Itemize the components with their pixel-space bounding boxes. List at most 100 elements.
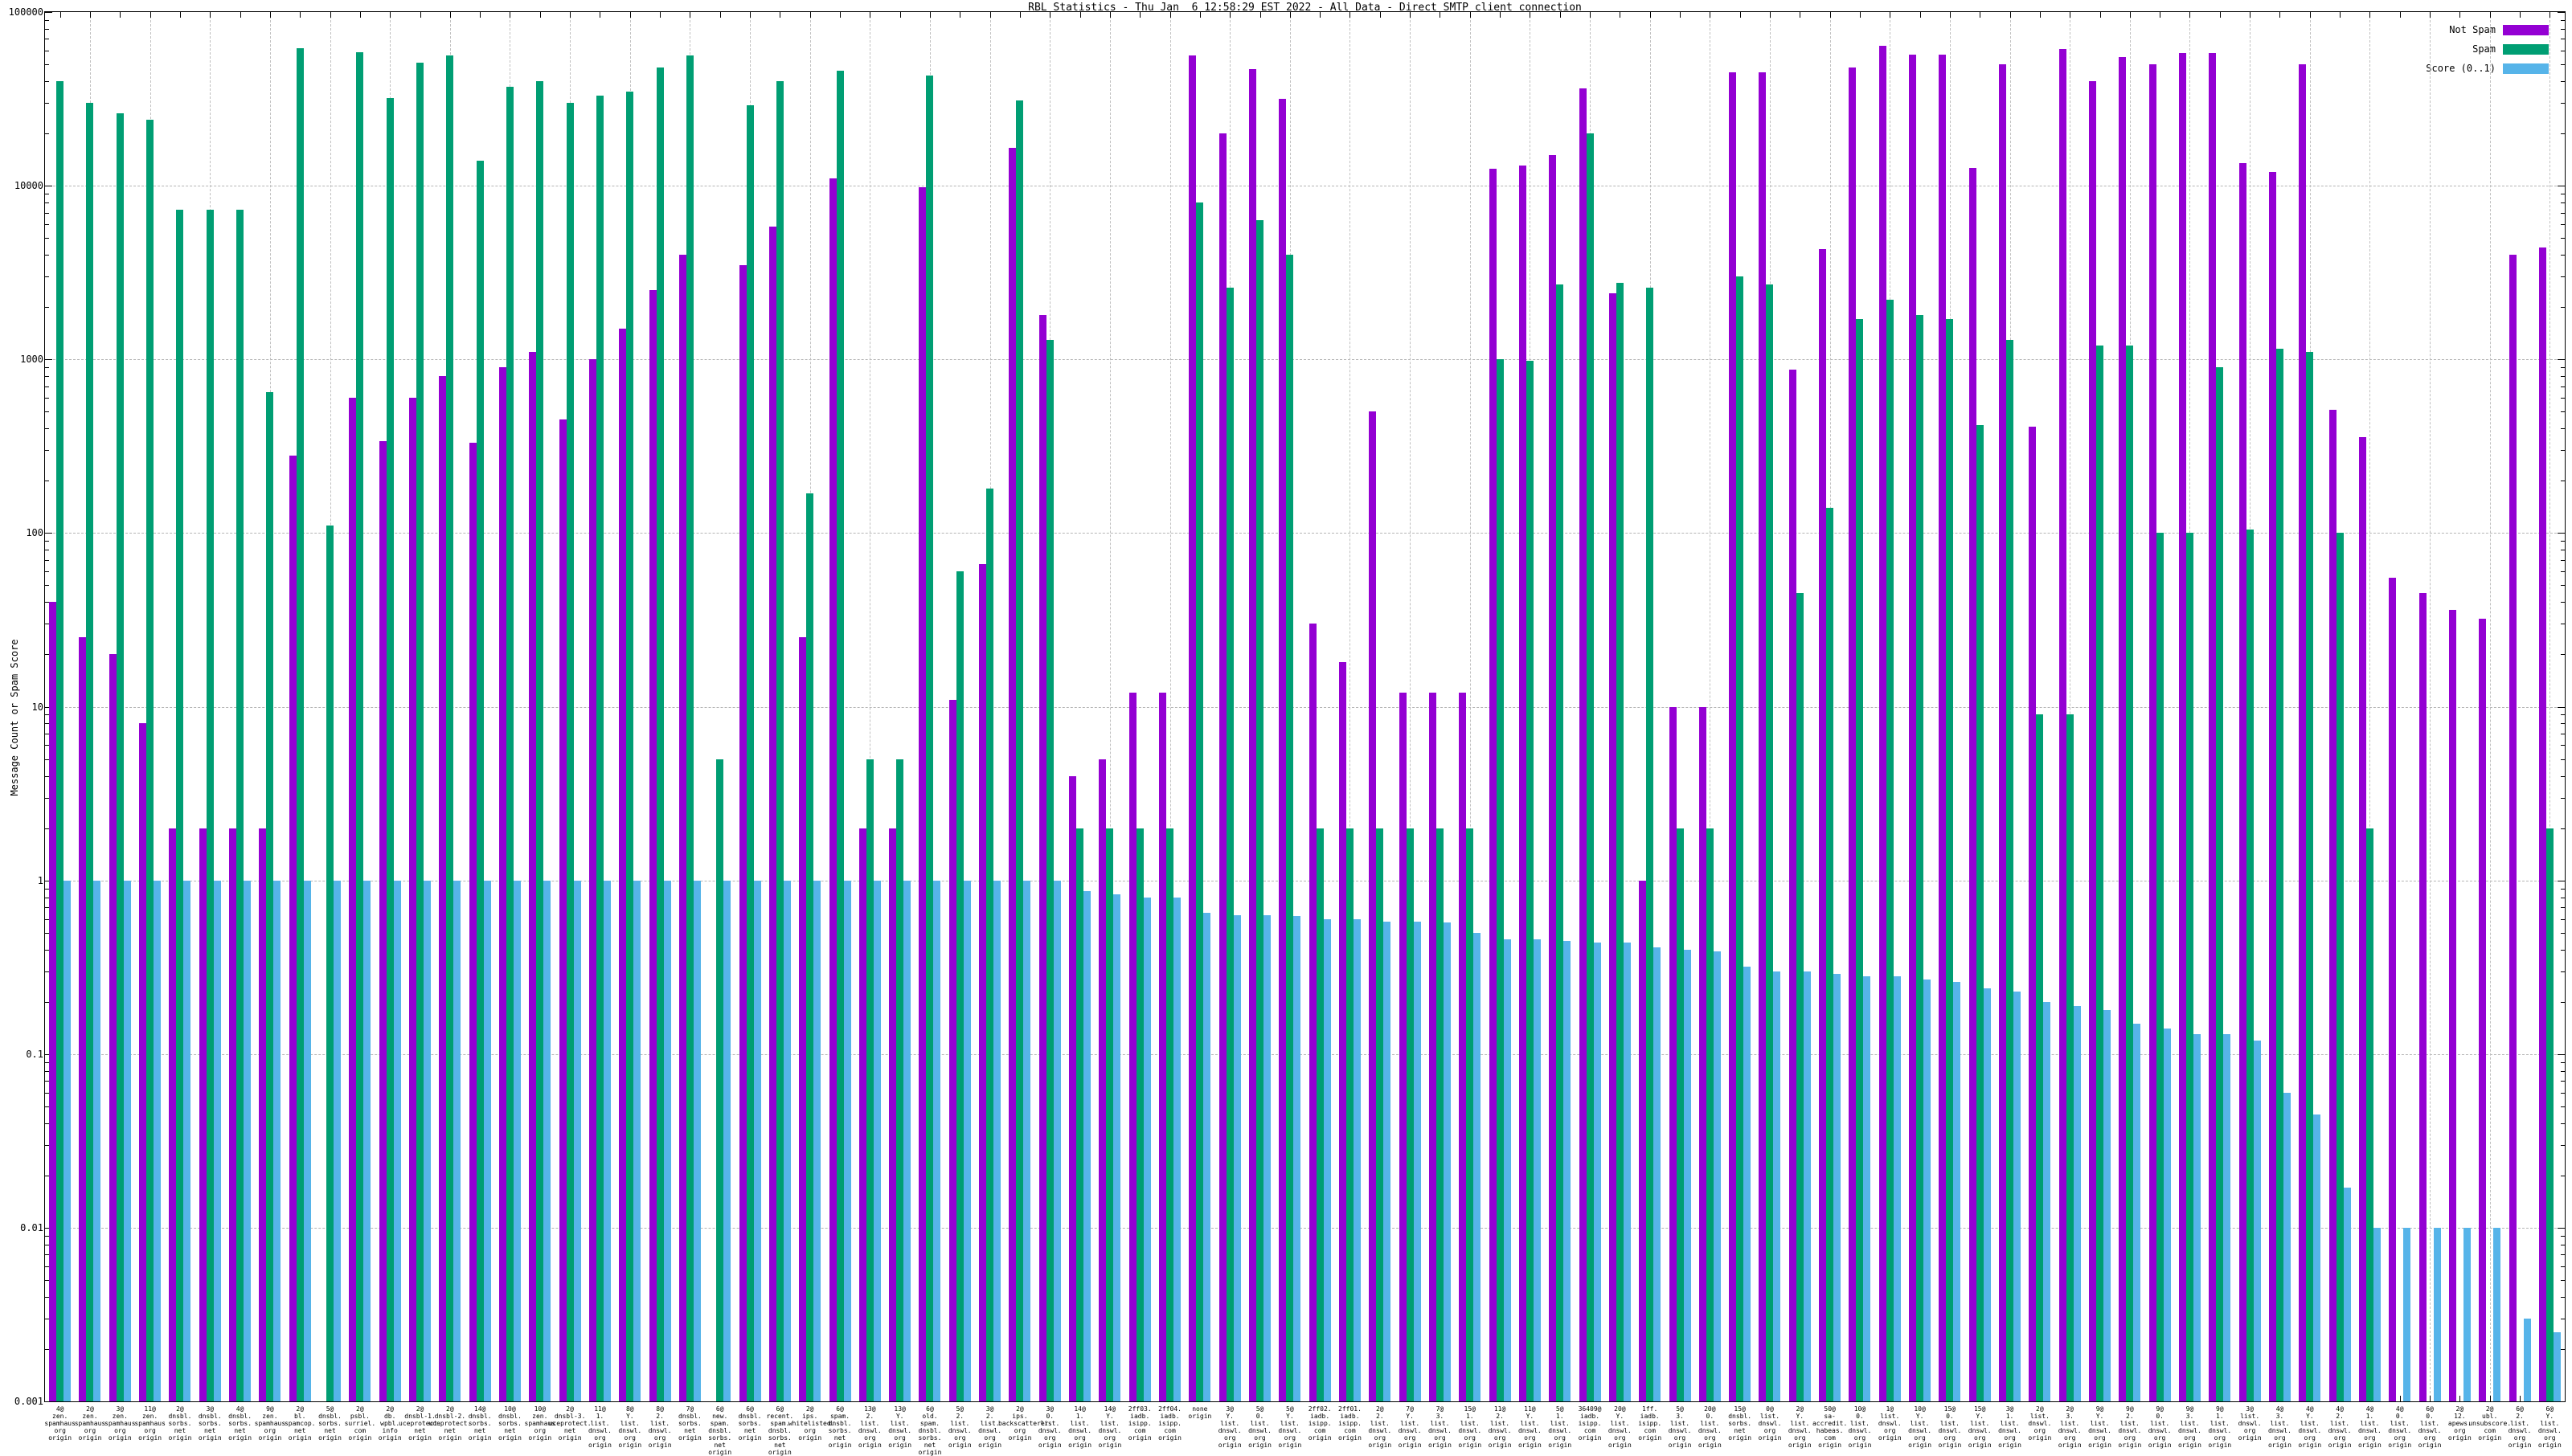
x-tick — [1500, 12, 1501, 18]
x-tick — [359, 12, 361, 18]
bar-not-spam — [1909, 54, 1917, 1401]
y-minor-tick — [2561, 714, 2565, 716]
x-tick-label-line: isipp. — [1158, 1420, 1182, 1427]
x-tick — [1919, 12, 1921, 18]
y-minor-tick — [2561, 103, 2565, 104]
bar-spam — [446, 55, 454, 1401]
bar-not-spam — [1788, 370, 1796, 1401]
bar-not-spam — [829, 178, 837, 1401]
legend-row-score: Score (0..1) — [2426, 59, 2549, 78]
x-tick-label-line: net — [714, 1442, 726, 1449]
bar-not-spam — [1369, 411, 1377, 1401]
y-minor-tick — [2561, 28, 2565, 30]
x-tick — [420, 12, 421, 18]
x-tick — [2549, 12, 2551, 18]
bar-score — [2163, 1029, 2171, 1401]
y-minor-tick — [2561, 238, 2565, 239]
x-tick — [2189, 12, 2191, 18]
bar-score — [393, 880, 401, 1401]
bar-not-spam — [1849, 67, 1857, 1401]
y-minor-tick — [2561, 1235, 2565, 1237]
bar-spam — [2545, 828, 2554, 1401]
bar-score — [933, 880, 941, 1401]
bar-spam — [1946, 319, 1954, 1401]
y-minor-tick — [2561, 1081, 2565, 1082]
y-minor-tick — [2561, 1279, 2565, 1281]
y-tick-label: 100000 — [8, 6, 43, 18]
y-minor-tick — [2561, 307, 2565, 309]
bar-spam — [806, 493, 814, 1401]
bar-score — [1443, 922, 1451, 1401]
rbl-statistics-chart: RBL Statistics - Thu Jan 6 12:58:29 EST … — [0, 0, 2572, 1456]
bar-not-spam — [1399, 693, 1407, 1401]
bar-spam — [116, 113, 124, 1401]
bar-score — [1953, 982, 1961, 1401]
bar-not-spam — [1009, 148, 1017, 1401]
x-tick-label-line: origin — [1098, 1442, 1122, 1449]
bar-not-spam — [2448, 610, 2456, 1401]
bar-score — [2073, 1005, 2081, 1401]
y-minor-tick — [45, 28, 49, 30]
bar-score — [603, 880, 611, 1401]
x-tick — [899, 12, 901, 18]
bar-score — [303, 880, 311, 1401]
bar-score — [63, 880, 72, 1401]
x-tick-label-line: list. — [2540, 1420, 2560, 1427]
x-tick — [390, 12, 391, 18]
x-tick — [2399, 1396, 2401, 1401]
bar-score — [1713, 951, 1721, 1401]
y-tick-label: 10 — [31, 701, 43, 713]
y-minor-tick — [2561, 759, 2565, 760]
x-tick — [1320, 12, 1321, 18]
bar-not-spam — [2029, 426, 2037, 1401]
y-axis-label: Message Count or Spam Score — [9, 639, 20, 796]
bar-not-spam — [1669, 706, 1677, 1401]
bar-spam — [1556, 284, 1564, 1401]
y-minor-tick — [2561, 723, 2565, 725]
y-minor-tick — [2561, 367, 2565, 369]
bar-not-spam — [349, 398, 357, 1401]
y-minor-tick — [2561, 745, 2565, 746]
bar-spam — [1646, 287, 1654, 1401]
y-minor-tick — [2561, 1348, 2565, 1350]
x-tick — [2340, 12, 2341, 18]
bar-spam — [1916, 315, 1924, 1401]
bar-score — [2283, 1092, 2291, 1401]
bar-score — [1653, 947, 1661, 1401]
bar-not-spam — [1038, 315, 1046, 1401]
y-minor-tick — [2561, 1061, 2565, 1063]
bar-not-spam — [1189, 55, 1197, 1401]
bar-not-spam — [1878, 45, 1886, 1401]
y-minor-tick — [2561, 133, 2565, 135]
y-minor-tick — [2561, 202, 2565, 204]
y-minor-tick — [45, 255, 49, 256]
x-tick — [240, 12, 241, 18]
x-tick — [2459, 1396, 2461, 1401]
bar-score — [2433, 1227, 2441, 1401]
legend-label-not-spam: Not Spam — [2449, 24, 2496, 35]
bar-not-spam — [498, 367, 506, 1401]
bar-not-spam — [229, 828, 237, 1401]
bar-score — [1593, 942, 1601, 1401]
bar-spam — [596, 96, 604, 1401]
bar-spam — [476, 160, 484, 1401]
y-minor-tick — [45, 450, 49, 452]
bar-score — [2013, 991, 2021, 1401]
x-tick-label-line: origin — [978, 1442, 1002, 1449]
x-tick — [1230, 12, 1231, 18]
bar-score — [93, 880, 101, 1401]
y-minor-tick — [2561, 971, 2565, 972]
bar-not-spam — [2089, 81, 2097, 1401]
x-tick — [719, 12, 721, 18]
x-tick — [2009, 12, 2011, 18]
x-tick-label-line: origin — [1698, 1442, 1722, 1449]
bar-score — [543, 880, 551, 1401]
bar-spam — [1736, 276, 1744, 1401]
bar-score — [1473, 932, 1481, 1401]
bar-score — [2553, 1331, 2561, 1401]
bar-score — [1323, 918, 1331, 1401]
x-tick — [2430, 1396, 2431, 1401]
bar-spam — [716, 759, 724, 1401]
x-tick — [59, 12, 61, 18]
bar-not-spam — [2328, 410, 2337, 1401]
